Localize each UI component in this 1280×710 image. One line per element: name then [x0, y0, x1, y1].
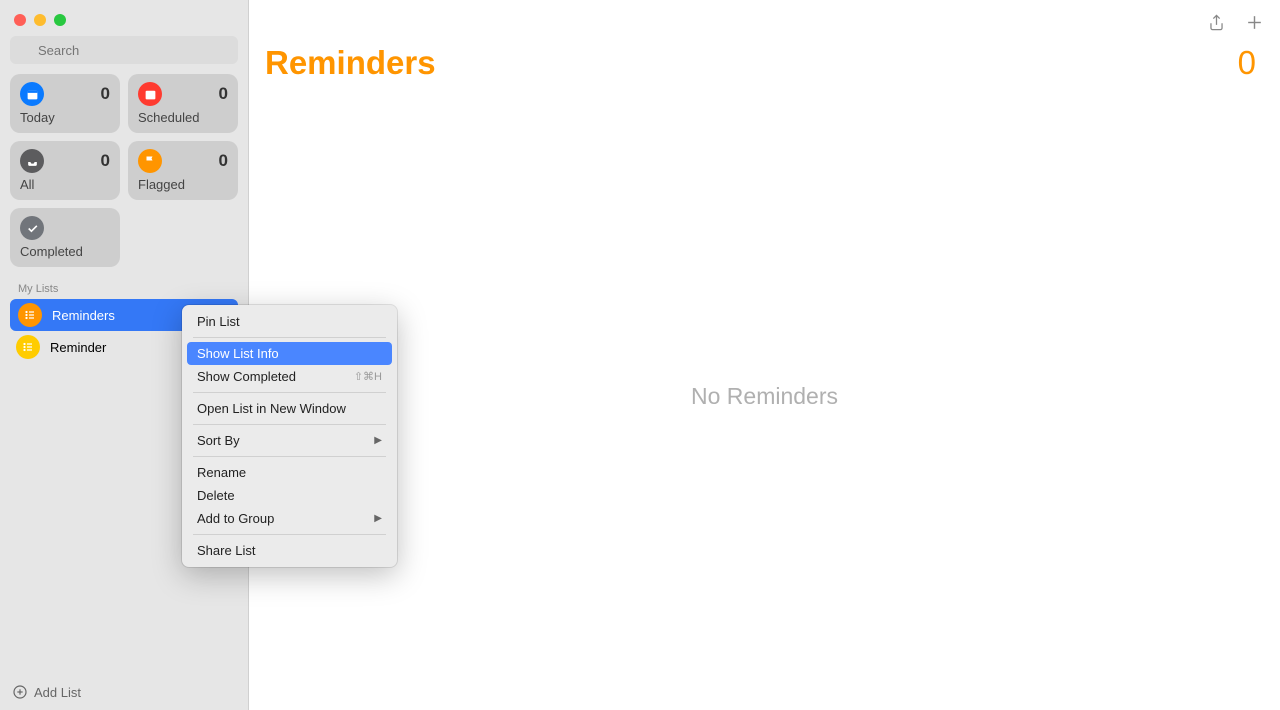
- plus-circle-icon: [12, 684, 28, 700]
- all-label: All: [20, 177, 110, 192]
- add-list-label: Add List: [34, 685, 81, 700]
- calendar-today-icon: [20, 82, 44, 106]
- menu-item-label: Sort By: [197, 433, 240, 448]
- search-wrap: [0, 36, 248, 74]
- flag-icon: [138, 149, 162, 173]
- calendar-icon: [138, 82, 162, 106]
- plus-icon: [1245, 13, 1264, 32]
- flagged-label: Flagged: [138, 177, 228, 192]
- empty-state: No Reminders: [249, 82, 1280, 710]
- menu-rename[interactable]: Rename: [187, 461, 392, 484]
- chevron-right-icon: ▶: [374, 435, 382, 446]
- page-count: 0: [1238, 44, 1256, 82]
- menu-share-list[interactable]: Share List: [187, 539, 392, 562]
- today-count: 0: [101, 84, 110, 104]
- menu-add-to-group[interactable]: Add to Group ▶: [187, 507, 392, 530]
- search-input[interactable]: [10, 36, 238, 64]
- menu-pin-list[interactable]: Pin List: [187, 310, 392, 333]
- share-icon: [1207, 13, 1226, 32]
- menu-separator: [193, 456, 386, 457]
- context-menu: Pin List Show List Info Show Completed ⇧…: [182, 305, 397, 567]
- all-count: 0: [101, 151, 110, 171]
- menu-item-label: Show List Info: [197, 346, 279, 361]
- menu-separator: [193, 424, 386, 425]
- today-label: Today: [20, 110, 110, 125]
- share-button[interactable]: [1206, 12, 1226, 32]
- smart-today[interactable]: 0 Today: [10, 74, 120, 133]
- title-row: Reminders 0: [249, 44, 1280, 82]
- inbox-icon: [20, 149, 44, 173]
- main-content: Reminders 0 No Reminders: [249, 0, 1280, 710]
- maximize-window-button[interactable]: [54, 14, 66, 26]
- smart-scheduled[interactable]: 0 Scheduled: [128, 74, 238, 133]
- minimize-window-button[interactable]: [34, 14, 46, 26]
- scheduled-count: 0: [219, 84, 228, 104]
- menu-shortcut: ⇧⌘H: [354, 370, 382, 383]
- smart-completed[interactable]: Completed: [10, 208, 120, 267]
- list-bullet-icon: [16, 335, 40, 359]
- window-controls: [0, 0, 248, 36]
- menu-item-label: Share List: [197, 543, 256, 558]
- completed-label: Completed: [20, 244, 110, 259]
- menu-delete[interactable]: Delete: [187, 484, 392, 507]
- menu-item-label: Add to Group: [197, 511, 274, 526]
- add-list-button[interactable]: Add List: [0, 674, 248, 710]
- smart-all[interactable]: 0 All: [10, 141, 120, 200]
- scheduled-label: Scheduled: [138, 110, 228, 125]
- menu-item-label: Open List in New Window: [197, 401, 346, 416]
- flagged-count: 0: [219, 151, 228, 171]
- page-title: Reminders: [265, 44, 436, 82]
- menu-separator: [193, 392, 386, 393]
- smart-flagged[interactable]: 0 Flagged: [128, 141, 238, 200]
- toolbar: [249, 0, 1280, 44]
- menu-item-label: Pin List: [197, 314, 240, 329]
- menu-item-label: Rename: [197, 465, 246, 480]
- checkmark-icon: [20, 216, 44, 240]
- list-bullet-icon: [18, 303, 42, 327]
- close-window-button[interactable]: [14, 14, 26, 26]
- menu-show-list-info[interactable]: Show List Info: [187, 342, 392, 365]
- menu-show-completed[interactable]: Show Completed ⇧⌘H: [187, 365, 392, 388]
- menu-sort-by[interactable]: Sort By ▶: [187, 429, 392, 452]
- menu-item-label: Delete: [197, 488, 235, 503]
- my-lists-header: My Lists: [0, 267, 248, 299]
- menu-item-label: Show Completed: [197, 369, 296, 384]
- add-button[interactable]: [1244, 12, 1264, 32]
- menu-open-new-window[interactable]: Open List in New Window: [187, 397, 392, 420]
- chevron-right-icon: ▶: [374, 513, 382, 524]
- menu-separator: [193, 534, 386, 535]
- smart-lists: 0 Today 0 Scheduled 0 All: [0, 74, 248, 267]
- menu-separator: [193, 337, 386, 338]
